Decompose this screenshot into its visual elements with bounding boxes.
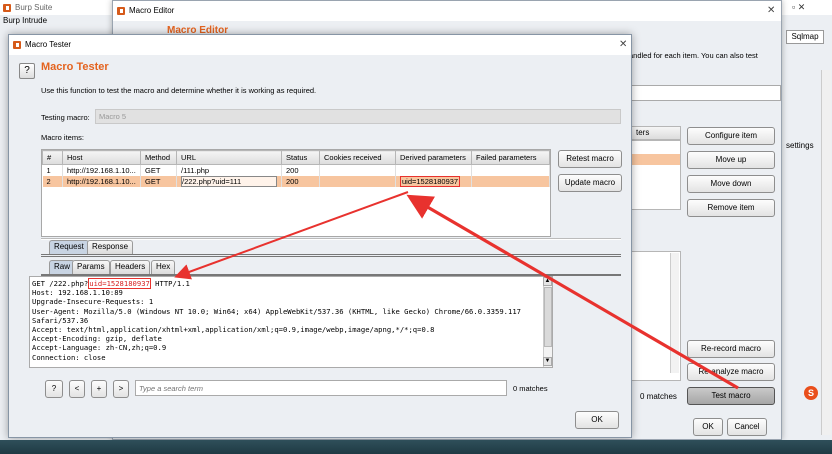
annotation-overlay — [174, 191, 739, 390]
arrow-from-test-macro — [406, 194, 739, 390]
arrow-to-uid — [174, 191, 409, 280]
